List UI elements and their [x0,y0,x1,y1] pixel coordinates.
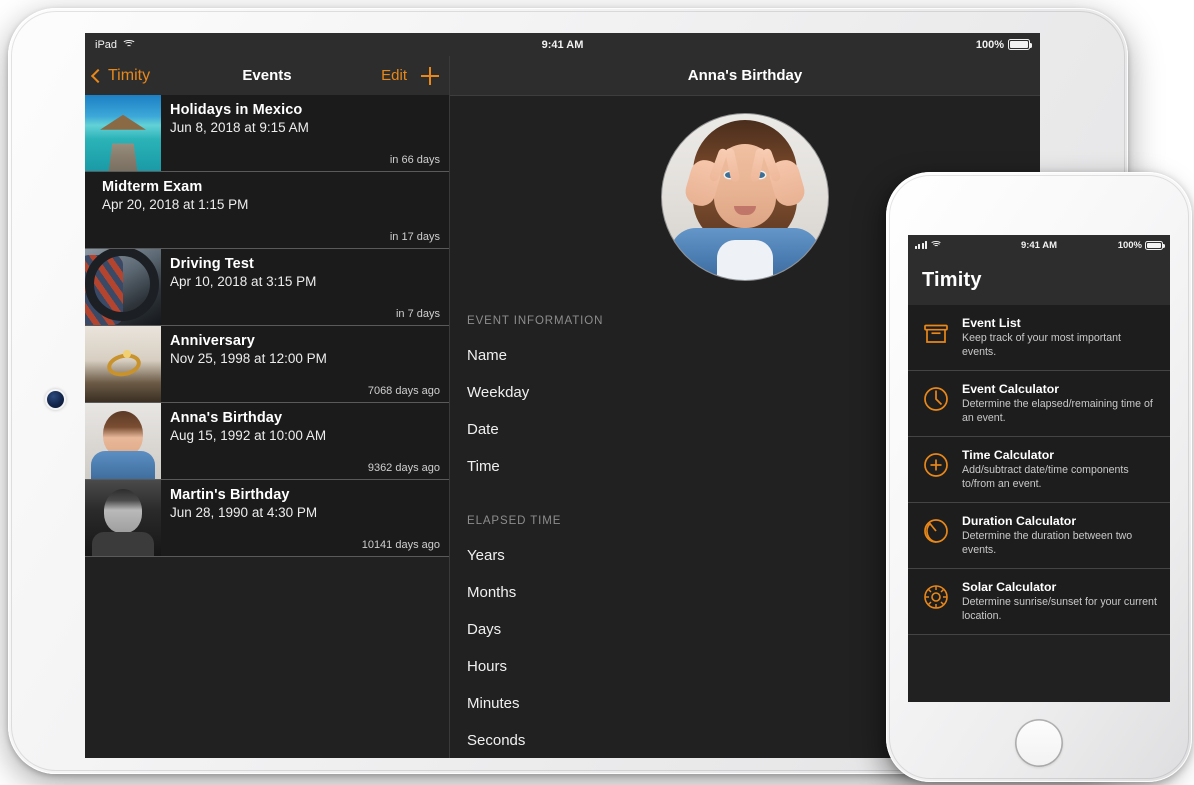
event-title: Martin's Birthday [170,487,290,503]
status-right-group: 100% [975,38,1032,51]
list-item-description: Determine the duration between two event… [962,530,1133,556]
ipad-home-button[interactable] [47,391,64,408]
event-thumbnail [85,480,161,556]
ipad-status-bar: iPad 9:41 AM 100% [85,33,1040,56]
event-list[interactable]: Holidays in Mexico Jun 8, 2018 at 9:15 AM… [85,95,449,758]
event-relative-time: in 17 days [389,231,440,243]
battery-icon [1008,39,1032,50]
table-row[interactable]: Martin's Birthday Jun 28, 1990 at 4:30 PM… [85,480,449,557]
status-clock: 9:41 AM [541,38,584,51]
event-thumbnail [85,249,161,325]
event-row-body: Anniversary Nov 25, 1998 at 12:00 PM 7068 … [161,326,449,402]
list-item[interactable]: Solar Calculator Determine sunrise/sunset… [908,569,1170,636]
event-date: Jun 8, 2018 at 9:15 AM [170,120,309,135]
archive-box-icon [921,318,951,348]
list-item-title: Time Calculator [962,448,1055,463]
iphone-status-bar: 9:41 AM 100% [908,235,1170,255]
list-item-description: Determine the elapsed/remaining time of … [962,398,1153,424]
table-row[interactable]: Anna's Birthday Aug 15, 1992 at 10:00 AM 9… [85,403,449,480]
list-item-title: Event Calculator [962,382,1060,397]
avatar [661,113,829,281]
iphone-device: 9:41 AM 100% Timity Event List Keep track… [886,172,1192,782]
list-item-description: Add/subtract date/time components to/fro… [962,464,1129,490]
event-row-body: Driving Test Apr 10, 2018 at 3:15 PM in 7 … [161,249,449,325]
list-item-description: Determine sunrise/sunset for your curren… [962,596,1157,622]
iphone-app-header: Timity [908,255,1170,305]
event-relative-time: 7068 days ago [367,385,440,397]
edit-button[interactable]: Edit [381,67,407,84]
event-thumbnail [85,95,161,171]
master-pane: Timity Events Edit Holidays in Mexico Jun… [85,56,450,758]
list-item-title: Duration Calculator [962,514,1077,529]
list-item[interactable]: Duration Calculator Determine the duratio… [908,503,1170,570]
list-item[interactable]: Event Calculator Determine the elapsed/re… [908,371,1170,438]
event-title: Driving Test [170,256,254,272]
table-row[interactable]: Anniversary Nov 25, 1998 at 12:00 PM 7068 … [85,326,449,403]
list-item-description: Keep track of your most important events… [962,332,1121,358]
event-title: Anniversary [170,333,255,349]
master-nav-bar: Timity Events Edit [85,56,449,96]
list-item-body: Solar Calculator Determine sunrise/sunset… [962,580,1158,623]
list-item-body: Time Calculator Add/subtract date/time co… [962,448,1158,491]
event-date: Apr 10, 2018 at 3:15 PM [170,274,317,289]
plus-icon[interactable] [421,66,439,85]
event-thumbnail [85,403,161,479]
event-thumbnail-placeholder [85,172,93,248]
iphone-status-right: 100% [1117,239,1165,251]
event-date: Jun 28, 1990 at 4:30 PM [170,505,318,520]
battery-percent-label: 100% [1117,239,1142,251]
event-relative-time: in 66 days [389,154,440,166]
event-relative-time: 9362 days ago [367,462,440,474]
event-thumbnail [85,326,161,402]
event-title: Anna's Birthday [170,410,283,426]
pie-slice-icon [921,516,951,546]
event-date: Aug 15, 1992 at 10:00 AM [170,428,327,443]
list-item-body: Duration Calculator Determine the duratio… [962,514,1158,557]
table-row[interactable]: Midterm Exam Apr 20, 2018 at 1:15 PM in 17… [85,172,449,249]
battery-percent-label: 100% [975,38,1004,51]
event-relative-time: in 7 days [395,308,440,320]
list-item-title: Event List [962,316,1021,330]
iphone-home-button[interactable] [1015,719,1063,767]
event-row-body: Anna's Birthday Aug 15, 1992 at 10:00 AM 9… [161,403,449,479]
app-title: Timity [922,269,982,291]
sun-icon [921,582,951,612]
list-item[interactable]: Time Calculator Add/subtract date/time co… [908,437,1170,504]
clock-icon [921,384,951,414]
table-row[interactable]: Holidays in Mexico Jun 8, 2018 at 9:15 AM… [85,95,449,172]
iphone-menu-list[interactable]: Event List Keep track of your most import… [908,305,1170,636]
nav-actions: Edit [381,66,439,85]
list-item[interactable]: Event List Keep track of your most import… [908,305,1170,372]
event-title: Midterm Exam [102,179,203,195]
iphone-screen: 9:41 AM 100% Timity Event List Keep track… [908,235,1170,702]
detail-nav-bar: Anna's Birthday [450,56,1040,96]
event-date: Apr 20, 2018 at 1:15 PM [102,197,249,212]
list-item-title: Solar Calculator [962,580,1057,595]
battery-icon [1145,240,1165,250]
event-relative-time: 10141 days ago [361,539,440,551]
event-row-body: Martin's Birthday Jun 28, 1990 at 4:30 PM… [161,480,449,556]
avatar-tee [717,240,773,280]
list-item-body: Event List Keep track of your most import… [962,316,1158,359]
event-title: Holidays in Mexico [170,102,303,118]
detail-title: Anna's Birthday [687,67,803,84]
plus-circle-icon [921,450,951,480]
table-row[interactable]: Driving Test Apr 10, 2018 at 3:15 PM in 7 … [85,249,449,326]
event-row-body: Midterm Exam Apr 20, 2018 at 1:15 PM in 17… [93,172,449,248]
event-date: Nov 25, 1998 at 12:00 PM [170,351,327,366]
event-row-body: Holidays in Mexico Jun 8, 2018 at 9:15 AM… [161,95,449,171]
list-item-body: Event Calculator Determine the elapsed/re… [962,382,1158,425]
